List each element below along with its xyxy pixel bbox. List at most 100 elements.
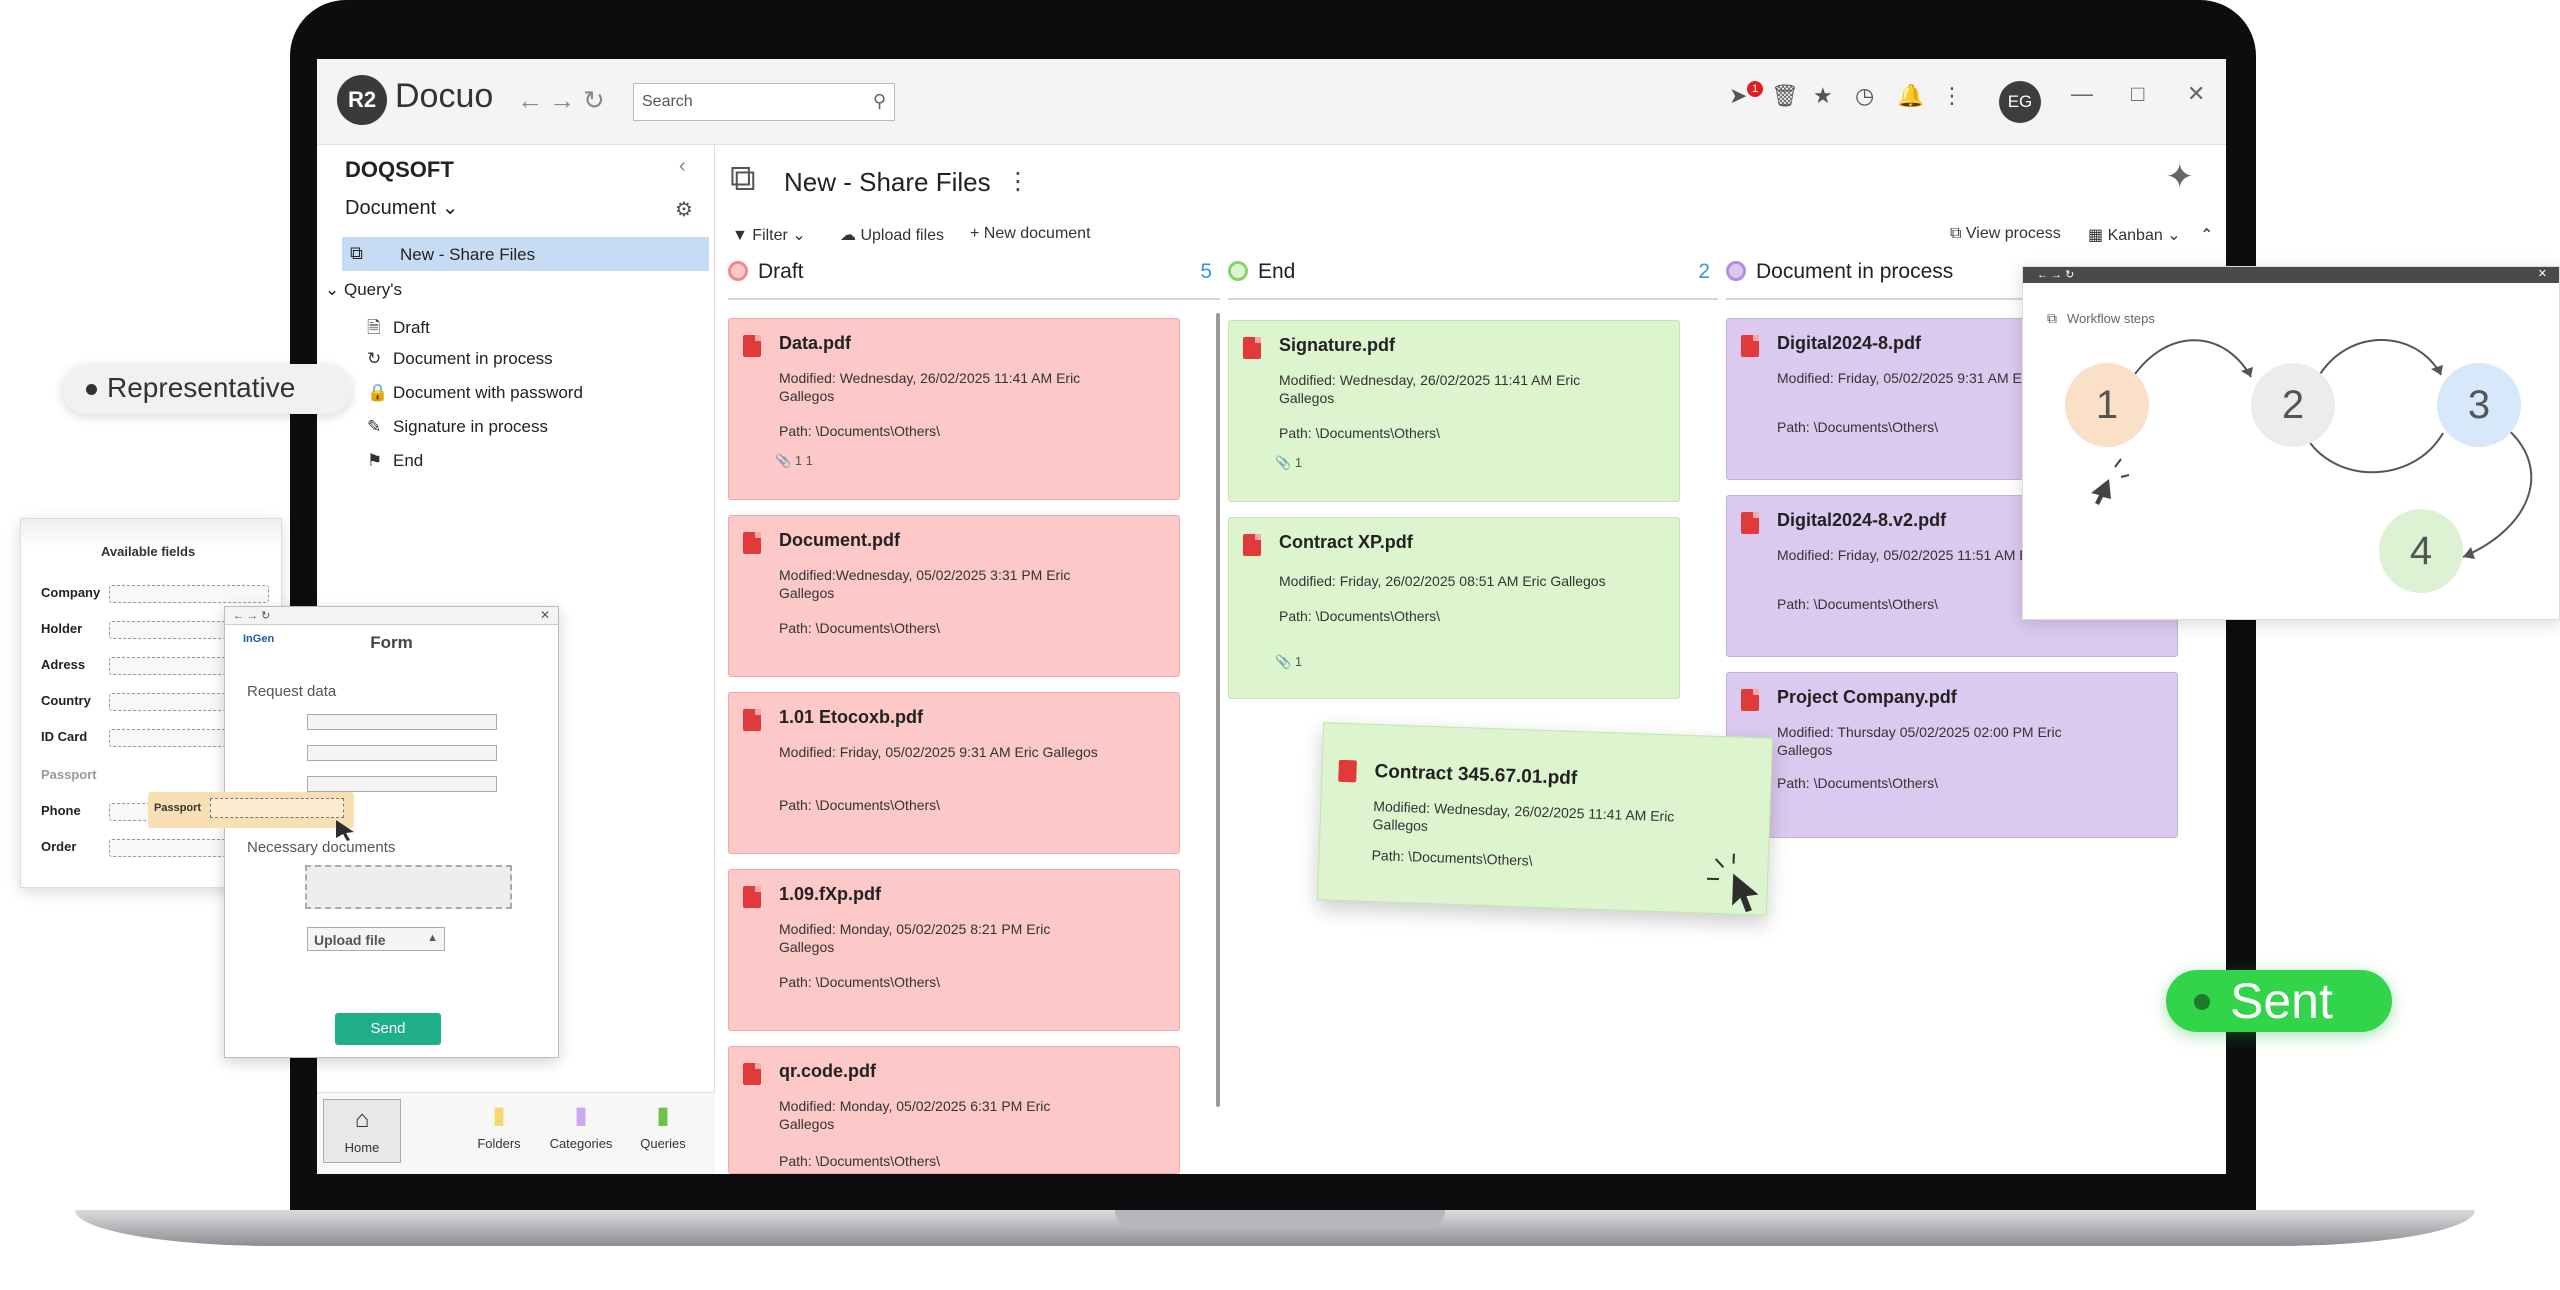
search-icon[interactable]: ⚲: [873, 91, 886, 112]
workflow-step-1[interactable]: 1: [2065, 363, 2149, 447]
close-icon[interactable]: ✕: [540, 608, 550, 622]
sidebar-item-signature-in-process[interactable]: ✎ Signature in process: [367, 417, 548, 437]
column-count: 5: [1200, 260, 1212, 283]
card-path: Path: \Documents\Others\: [779, 1153, 941, 1169]
close-icon[interactable]: ✕: [2187, 81, 2205, 107]
trash-icon[interactable]: 🗑: [1771, 83, 1799, 109]
forward-arrow-icon[interactable]: →: [549, 85, 575, 116]
signature-icon: ✎: [367, 417, 382, 436]
window-nav-icons[interactable]: ← → ↻: [233, 610, 270, 622]
sidebar-item-label: New - Share Files: [400, 245, 536, 264]
card-title: Data.pdf: [779, 333, 851, 353]
sidebar-item-document-with-password[interactable]: 🔒 Document with password: [367, 383, 583, 403]
tab-folders[interactable]: ▮ Folders: [461, 1101, 537, 1151]
card-path: Path: \Documents\Others\: [1777, 419, 1939, 435]
star-icon[interactable]: ★: [1813, 83, 1833, 109]
back-arrow-icon[interactable]: ←: [517, 85, 543, 116]
column-header-draft: Draft 5: [728, 260, 1220, 300]
text-field[interactable]: [307, 776, 497, 792]
representative-label: Representative: [107, 372, 296, 403]
document-card[interactable]: Document.pdf Modified:Wednesday, 05/02/2…: [728, 515, 1180, 677]
app-logo: R2: [337, 75, 387, 125]
field-slot[interactable]: [109, 585, 269, 603]
tab-label: Home: [344, 1140, 380, 1155]
minimize-icon[interactable]: —: [2071, 81, 2093, 107]
document-card[interactable]: Project Company.pdf Modified: Thursday 0…: [1726, 672, 2178, 838]
status-dot: [1726, 261, 1746, 281]
text-field[interactable]: [307, 745, 497, 761]
upload-icon: ☁: [840, 227, 856, 244]
search-input[interactable]: Search ⚲: [633, 83, 895, 121]
view-process-label: View process: [1965, 225, 2061, 242]
dragged-document-card[interactable]: Contract 345.67.01.pdf Modified: Wednesd…: [1317, 722, 1773, 916]
new-document-button[interactable]: + New document: [970, 225, 1091, 243]
section-label: Necessary documents: [247, 839, 396, 856]
tab-home[interactable]: ⌂ Home: [323, 1099, 401, 1163]
paperclip-icon: 📎: [1275, 455, 1292, 470]
card-path: Path: \Documents\Others\: [779, 797, 941, 813]
tab-queries[interactable]: ▮ Queries: [625, 1101, 701, 1151]
document-card[interactable]: 1.09.fXp.pdf Modified: Monday, 05/02/202…: [728, 869, 1180, 1031]
attachment-comment-count: 📎 1 1: [775, 453, 813, 468]
card-path: Path: \Documents\Others\: [779, 620, 941, 636]
locked-pdf-icon: [1243, 534, 1261, 556]
document-card[interactable]: qr.code.pdf Modified: Monday, 05/02/2025…: [728, 1046, 1180, 1174]
document-card[interactable]: Data.pdf Modified: Wednesday, 26/02/2025…: [728, 318, 1180, 500]
tab-categories[interactable]: ▮ Categories: [543, 1101, 619, 1151]
section-label: Request data: [247, 683, 337, 700]
upload-file-button[interactable]: Upload file ▲: [307, 927, 445, 951]
notification-icon[interactable]: ➤: [1729, 83, 1747, 109]
sidebar-group-queries[interactable]: ⌄ Query's: [325, 280, 402, 300]
field-label: Holder: [41, 621, 83, 636]
workflow-step-3[interactable]: 3: [2437, 363, 2521, 447]
text-field[interactable]: [307, 714, 497, 730]
card-path: Path: \Documents\Others\: [1777, 596, 1939, 612]
refresh-icon[interactable]: ↻: [583, 85, 605, 116]
maximize-icon[interactable]: □: [2131, 81, 2144, 107]
menu-dots-icon[interactable]: ⋮: [1941, 83, 1963, 109]
collapse-icon[interactable]: ‹: [679, 155, 686, 178]
column-title: Document in process: [1756, 260, 1954, 283]
org-name: DOQSOFT: [345, 157, 454, 182]
document-dropzone[interactable]: [305, 865, 512, 909]
sidebar-item-end[interactable]: ⚑ End: [367, 451, 423, 471]
share-icon: ⧉: [730, 157, 756, 198]
workflow-steps-window: ← → ↻ ✕ ⧉ Workflow steps 1 2 3 4: [2022, 266, 2560, 620]
view-process-button[interactable]: ⧉ View process: [1950, 225, 2061, 243]
bell-icon[interactable]: 🔔: [1897, 83, 1924, 109]
sidebar-item-label: Document with password: [393, 383, 583, 402]
card-path: Path: \Documents\Others\: [1279, 425, 1441, 441]
gear-icon[interactable]: ⚙: [675, 197, 693, 222]
avatar[interactable]: EG: [1999, 81, 2041, 123]
tab-label: Queries: [640, 1136, 686, 1151]
sparkle-icon[interactable]: ✦: [2166, 157, 2195, 197]
passport-drag-field[interactable]: Passport: [148, 792, 354, 841]
paperclip-icon: 📎: [775, 453, 792, 468]
chevron-up-icon[interactable]: ⌃: [2200, 225, 2213, 245]
section-dropdown[interactable]: Document ⌄: [345, 195, 458, 220]
plus-icon: +: [970, 225, 980, 242]
card-title: Digital2024-8.v2.pdf: [1777, 510, 1947, 530]
sidebar-item-label: Document in process: [393, 349, 553, 368]
scrollbar[interactable]: [1216, 313, 1220, 1107]
filter-button[interactable]: ▼ Filter ⌄: [732, 225, 806, 245]
field-label: Passport: [41, 767, 97, 782]
document-card[interactable]: 1.01 Etocoxb.pdf Modified: Friday, 05/02…: [728, 692, 1180, 854]
workflow-step-4[interactable]: 4: [2379, 509, 2463, 593]
chevron-down-icon: ⌄: [325, 280, 340, 299]
view-mode-dropdown[interactable]: ▦ Kanban ⌄: [2088, 225, 2181, 245]
document-card[interactable]: Signature.pdf Modified: Wednesday, 26/02…: [1228, 320, 1680, 502]
window-bar: ← → ↻ ✕: [225, 607, 558, 625]
sidebar-item-active[interactable]: ⧉ New - Share Files: [342, 237, 709, 271]
sidebar-item-document-in-process[interactable]: ↻ Document in process: [367, 349, 553, 369]
workflow-step-2[interactable]: 2: [2251, 363, 2335, 447]
upload-files-button[interactable]: ☁ Upload files: [840, 225, 944, 245]
menu-dots-icon[interactable]: ⋮: [1006, 167, 1030, 196]
file-icon: 🗎: [367, 318, 381, 337]
sent-label: Sent: [2230, 973, 2333, 1029]
document-card[interactable]: Contract XP.pdf Modified: Friday, 26/02/…: [1228, 517, 1680, 699]
sidebar-item-draft[interactable]: 🗎 Draft: [367, 315, 430, 344]
history-icon[interactable]: ◷: [1855, 83, 1874, 109]
pdf-icon: [1243, 337, 1261, 359]
send-button[interactable]: Send: [335, 1013, 441, 1045]
